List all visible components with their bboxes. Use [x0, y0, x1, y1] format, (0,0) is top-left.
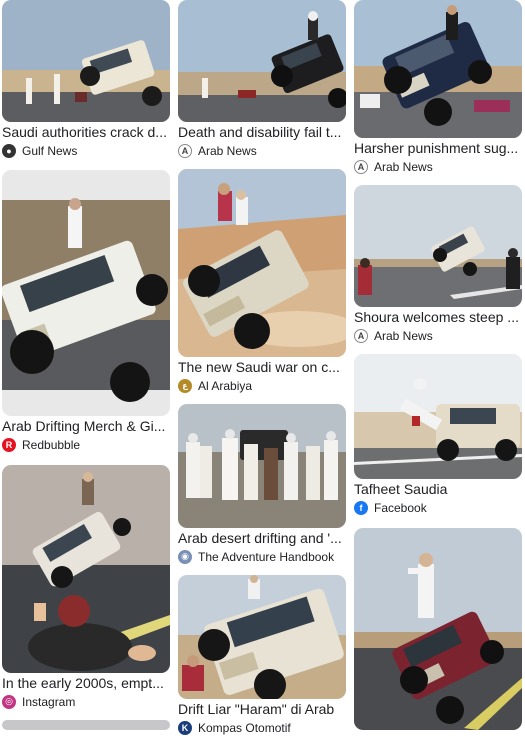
result-title[interactable]: Drift Liar "Haram" di Arab: [178, 701, 346, 718]
result-thumbnail-partial[interactable]: [2, 720, 170, 730]
result-source[interactable]: ● Gulf News: [2, 142, 170, 159]
image-result-card[interactable]: Saudi authorities crack d... ● Gulf News: [2, 0, 170, 159]
result-image: [2, 170, 170, 416]
result-image: [2, 465, 170, 673]
result-thumbnail[interactable]: [354, 528, 522, 730]
result-title[interactable]: Shoura welcomes steep ...: [354, 309, 522, 326]
result-title[interactable]: Arab desert drifting and '...: [178, 530, 346, 547]
image-result-card[interactable]: Arab Drifting Merch & Gi... R Redbubble: [2, 170, 170, 453]
result-thumbnail[interactable]: [2, 0, 170, 122]
source-name: Al Arabiya: [198, 378, 253, 393]
image-result-card[interactable]: The new Saudi war on c... ع Al Arabiya: [178, 169, 346, 394]
image-result-card[interactable]: [354, 528, 522, 730]
source-name: Arab News: [198, 143, 257, 158]
image-result-card[interactable]: In the early 2000s, empt... ◎ Instagram: [2, 465, 170, 710]
result-source[interactable]: ◉ The Adventure Handbook: [178, 548, 346, 565]
arab-news-icon: A: [178, 143, 192, 158]
result-title[interactable]: Arab Drifting Merch & Gi...: [2, 418, 170, 435]
results-column-3: Harsher punishment sug... A Arab News Sh…: [354, 0, 522, 730]
result-image: [354, 354, 522, 479]
result-title[interactable]: In the early 2000s, empt...: [2, 675, 170, 692]
result-thumbnail[interactable]: [354, 354, 522, 479]
result-thumbnail[interactable]: [354, 0, 522, 138]
result-image: [354, 528, 522, 730]
source-name: Instagram: [22, 694, 76, 709]
image-result-card[interactable]: Drift Liar "Haram" di Arab K Kompas Otom…: [178, 575, 346, 736]
image-result-card[interactable]: Shoura welcomes steep ... A Arab News: [354, 185, 522, 344]
result-source[interactable]: A Arab News: [178, 142, 346, 159]
instagram-icon: ◎: [2, 694, 16, 709]
result-source[interactable]: A Arab News: [354, 327, 522, 344]
kompas-icon: K: [178, 720, 192, 735]
results-column-2: Death and disability fail t... A Arab Ne…: [178, 0, 346, 736]
result-title[interactable]: Harsher punishment sug...: [354, 140, 522, 157]
result-source[interactable]: A Arab News: [354, 158, 522, 175]
source-name: Redbubble: [22, 437, 81, 452]
redbubble-icon: R: [2, 437, 16, 452]
arab-news-icon: A: [354, 328, 368, 343]
source-name: Facebook: [374, 500, 427, 515]
source-name: The Adventure Handbook: [198, 549, 335, 564]
source-name: Arab News: [374, 159, 433, 174]
image-result-card[interactable]: Arab desert drifting and '... ◉ The Adve…: [178, 404, 346, 565]
result-thumbnail[interactable]: [178, 404, 346, 528]
results-column-1: Saudi authorities crack d... ● Gulf News…: [2, 0, 170, 730]
source-name: Kompas Otomotif: [198, 720, 291, 735]
result-thumbnail[interactable]: [354, 185, 522, 307]
result-image: [2, 0, 170, 122]
facebook-icon: f: [354, 500, 368, 515]
result-source[interactable]: ع Al Arabiya: [178, 377, 346, 394]
result-image: [178, 169, 346, 357]
result-image: [354, 0, 522, 138]
result-source[interactable]: R Redbubble: [2, 436, 170, 453]
result-source[interactable]: K Kompas Otomotif: [178, 719, 346, 736]
result-thumbnail[interactable]: [2, 170, 170, 416]
result-thumbnail[interactable]: [178, 0, 346, 122]
al-arabiya-icon: ع: [178, 378, 192, 393]
result-image: [178, 575, 346, 699]
result-image: [178, 404, 346, 528]
result-thumbnail[interactable]: [178, 575, 346, 699]
result-title[interactable]: Death and disability fail t...: [178, 124, 346, 141]
result-title[interactable]: The new Saudi war on c...: [178, 359, 346, 376]
result-thumbnail[interactable]: [178, 169, 346, 357]
result-image: [354, 185, 522, 307]
result-source[interactable]: f Facebook: [354, 499, 522, 516]
result-image: [178, 0, 346, 122]
gulf-news-icon: ●: [2, 143, 16, 158]
result-thumbnail[interactable]: [2, 465, 170, 673]
source-name: Arab News: [374, 328, 433, 343]
source-name: Gulf News: [22, 143, 78, 158]
result-source[interactable]: ◎ Instagram: [2, 693, 170, 710]
adventure-handbook-icon: ◉: [178, 549, 192, 564]
result-title[interactable]: Saudi authorities crack d...: [2, 124, 170, 141]
image-result-card[interactable]: Tafheet Saudia f Facebook: [354, 354, 522, 516]
image-result-card[interactable]: Harsher punishment sug... A Arab News: [354, 0, 522, 175]
result-title[interactable]: Tafheet Saudia: [354, 481, 522, 498]
arab-news-icon: A: [354, 159, 368, 174]
image-result-card[interactable]: Death and disability fail t... A Arab Ne…: [178, 0, 346, 159]
